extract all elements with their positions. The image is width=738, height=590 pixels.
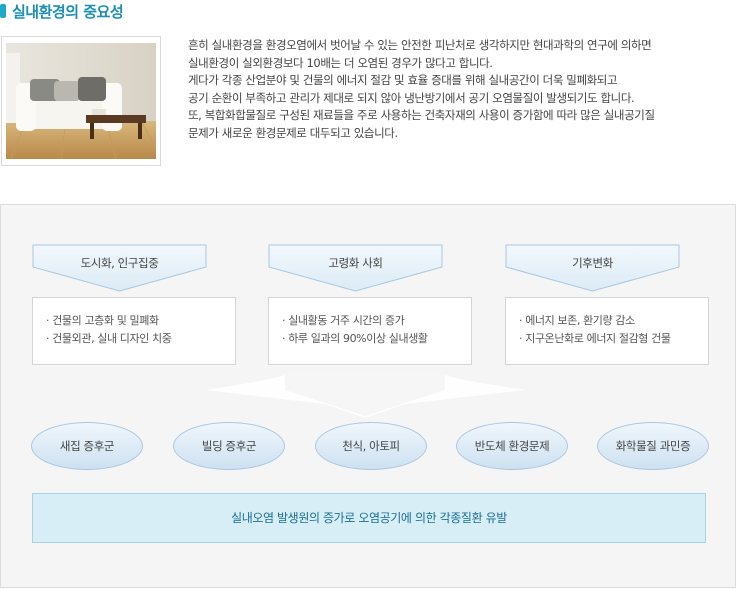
effect-oval: 반도체 환경문제: [456, 422, 568, 470]
effect-oval: 화학물질 과민증: [597, 422, 709, 470]
category-detail-box: · 에너지 보존, 환기량 감소 · 지구온난화로 에너지 절감형 건물: [505, 297, 709, 365]
intro-line: 또, 복합화합물질로 구성된 재료들을 주로 사용하는 건축자재의 사용이 증가…: [188, 108, 655, 122]
funnel-arrow-icon: [205, 360, 525, 424]
category-urbanization: 도시화, 인구집중: [32, 244, 207, 292]
detail-item: · 하루 일과의 90%이상 실내생활: [282, 332, 428, 345]
category-label: 도시화, 인구집중: [80, 256, 159, 270]
intro-line: 공기 순환이 부족하고 관리가 제대로 되지 않아 냉난방기에서 공기 오염물질…: [188, 90, 635, 105]
intro-line: 흔히 실내환경을 환경오염에서 벗어날 수 있는 안전한 피난처로 생각하지만 …: [188, 38, 652, 52]
effect-oval: 천식, 아토피: [315, 422, 427, 470]
intro-line: 게다가 각종 산업분야 및 건물의 에너지 절감 및 효율 증대를 위해 실내공…: [188, 73, 618, 87]
room-photo-frame: [1, 36, 161, 166]
intro-text: 흔히 실내환경을 환경오염에서 벗어날 수 있는 안전한 피난처로 생각하지만 …: [188, 37, 733, 142]
category-detail-box: · 실내활동 거주 시간의 증가 · 하루 일과의 90%이상 실내생활: [268, 297, 472, 365]
room-photo-image: [6, 43, 156, 159]
category-detail-box: · 건물의 고층화 및 밀폐화 · 건물외관, 실내 디자인 치중: [32, 297, 236, 365]
detail-item: · 건물의 고층화 및 밀폐화: [46, 314, 159, 327]
effect-oval: 새집 증후군: [31, 422, 143, 470]
category-label: 기후변화: [572, 256, 613, 270]
category-aging: 고령화 사회: [268, 244, 443, 292]
category-label: 고령화 사회: [328, 256, 383, 270]
detail-item: · 실내활동 거주 시간의 증가: [282, 314, 405, 327]
title-bar-icon: [0, 4, 6, 18]
detail-item: · 지구온난화로 에너지 절감형 건물: [519, 332, 671, 345]
page-title: 실내환경의 중요성: [12, 3, 124, 21]
detail-item: · 에너지 보존, 환기량 감소: [519, 314, 635, 327]
detail-item: · 건물외관, 실내 디자인 치중: [46, 332, 172, 345]
intro-line: 문제가 새로운 환경문제로 대두되고 있습니다.: [188, 125, 398, 140]
effect-oval: 빌딩 증후군: [173, 422, 285, 470]
result-banner: 실내오염 발생원의 증가로 오염공기에 의한 각종질환 유발: [32, 493, 706, 543]
category-climate: 기후변화: [505, 244, 680, 292]
intro-line: 실내환경이 실외환경보다 10배는 더 오염된 경우가 많다고 합니다.: [188, 55, 493, 70]
